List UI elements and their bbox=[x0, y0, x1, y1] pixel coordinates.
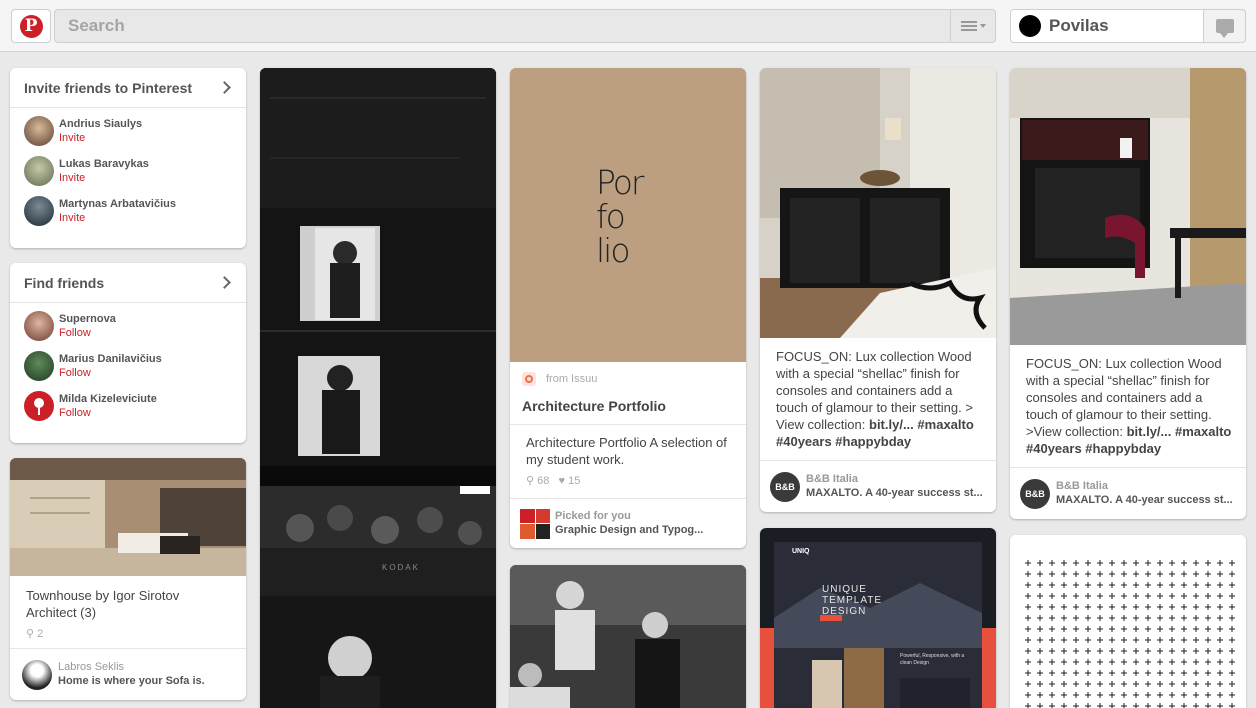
pinner-name: Labros Seklis bbox=[58, 661, 125, 673]
pin-architecture-portfolio[interactable]: Por fo lio from Issuu Architecture Portf… bbox=[510, 68, 746, 548]
friend-name: Andrius Siaulys bbox=[59, 118, 143, 130]
list-item: Milda Kizeleviciute Follow bbox=[10, 386, 246, 426]
pin-source[interactable]: from Issuu bbox=[522, 372, 597, 386]
list-item: Martynas Arbatavičius Invite bbox=[10, 191, 246, 231]
chevron-right-icon bbox=[218, 81, 231, 94]
pinterest-logo-icon: P bbox=[19, 14, 43, 38]
pin-icon bbox=[34, 398, 44, 415]
portfolio-cover-title: Por fo lio bbox=[596, 163, 644, 270]
pin-cross-pattern[interactable] bbox=[1010, 535, 1246, 708]
pin-attribution[interactable]: B&B B&B Italia MAXALTO. A 40-year success… bbox=[760, 460, 996, 512]
message-icon bbox=[1215, 19, 1234, 38]
follow-link[interactable]: Follow bbox=[59, 366, 162, 380]
pin-image[interactable] bbox=[1010, 535, 1246, 708]
avatar: B&B bbox=[1020, 478, 1050, 509]
find-friends-card: Find friends Supernova Follow Marius Dani… bbox=[10, 263, 246, 443]
friend-name: Supernova bbox=[59, 313, 116, 325]
avatar bbox=[24, 391, 54, 421]
pin-description: Architecture Portfolio A selection of my… bbox=[526, 435, 727, 467]
pin-image[interactable] bbox=[760, 68, 996, 338]
board-name: Home is where your Sofa is. bbox=[58, 675, 205, 687]
list-item: Supernova Follow bbox=[10, 306, 246, 346]
invite-link[interactable]: Invite bbox=[59, 171, 149, 185]
issuu-icon bbox=[522, 372, 536, 386]
repin-value: 2 bbox=[37, 628, 44, 640]
list-item: Marius Danilavičius Follow bbox=[10, 346, 246, 386]
follow-link[interactable]: Follow bbox=[59, 406, 157, 420]
avatar bbox=[24, 116, 54, 146]
invite-link[interactable]: Invite bbox=[59, 211, 176, 225]
find-friends-header[interactable]: Find friends bbox=[10, 263, 246, 303]
category-menu-button[interactable] bbox=[950, 10, 995, 42]
pin-image[interactable] bbox=[1010, 68, 1246, 345]
pin-description-block: FOCUS_ON: Lux collection Wood with a spe… bbox=[776, 348, 986, 450]
avatar bbox=[24, 311, 54, 341]
invite-friends-header[interactable]: Invite friends to Pinterest bbox=[10, 68, 246, 108]
divider bbox=[510, 424, 746, 425]
top-bar: P Povilas bbox=[0, 0, 1256, 52]
like-value: 15 bbox=[568, 475, 581, 487]
pin-aikido-photo[interactable] bbox=[510, 565, 746, 708]
search-box bbox=[54, 9, 996, 43]
pin-title: Architecture Portfolio bbox=[522, 398, 666, 414]
pin-attribution[interactable]: Labros Seklis Home is where your Sofa is. bbox=[10, 648, 246, 700]
list-item: Andrius Siaulys Invite bbox=[10, 111, 246, 151]
pinner-name: B&B Italia bbox=[806, 473, 858, 485]
film-label: KODAK bbox=[382, 563, 421, 572]
source-label: from Issuu bbox=[546, 373, 598, 385]
pin-image[interactable] bbox=[10, 458, 246, 576]
menu-icon bbox=[960, 20, 977, 32]
profile-button[interactable]: Povilas bbox=[1010, 9, 1204, 43]
avatar bbox=[24, 196, 54, 226]
card-title: Invite friends to Pinterest bbox=[24, 79, 193, 96]
board-name: Graphic Design and Typog... bbox=[555, 524, 704, 536]
pinner-name: B&B Italia bbox=[1056, 480, 1108, 492]
follow-link[interactable]: Follow bbox=[59, 326, 116, 340]
template-heading: UNIQUE TEMPLATE DESIGN bbox=[822, 584, 883, 617]
card-title: Find friends bbox=[24, 274, 105, 291]
template-brand: UNIQ bbox=[792, 548, 810, 555]
user-name: Povilas bbox=[1049, 16, 1109, 35]
pin-description: Townhouse by Igor Sirotov Architect (3) bbox=[26, 588, 180, 620]
list-item: Lukas Baravykas Invite bbox=[10, 151, 246, 191]
pin-image[interactable] bbox=[510, 565, 746, 708]
pin-attribution[interactable]: B&B B&B Italia MAXALTO. A 40-year success… bbox=[1010, 467, 1246, 519]
pin-attribution[interactable]: Picked for you Graphic Design and Typog..… bbox=[510, 498, 746, 548]
avatar bbox=[22, 659, 52, 690]
pin-image[interactable] bbox=[260, 68, 496, 708]
pin-description-block: FOCUS_ON: Lux collection Wood with a spe… bbox=[1026, 355, 1236, 457]
chevron-right-icon bbox=[218, 276, 231, 289]
search-input[interactable] bbox=[55, 10, 945, 42]
avatar bbox=[24, 156, 54, 186]
friend-name: Martynas Arbatavičius bbox=[59, 198, 176, 210]
friend-name: Lukas Baravykas bbox=[59, 158, 149, 170]
pin-bb-italia-2[interactable]: FOCUS_ON: Lux collection Wood with a spe… bbox=[1010, 68, 1246, 519]
picked-label: Picked for you bbox=[555, 510, 631, 522]
pin-bb-italia-1[interactable]: FOCUS_ON: Lux collection Wood with a spe… bbox=[760, 68, 996, 512]
pin-townhouse[interactable]: Townhouse by Igor Sirotov Architect (3) … bbox=[10, 458, 246, 700]
pin-stats: ⚲ 68 ♥ 15 bbox=[526, 475, 581, 487]
avatar: B&B bbox=[770, 471, 800, 502]
friend-name: Milda Kizeleviciute bbox=[59, 393, 157, 405]
invite-friends-card: Invite friends to Pinterest Andrius Siau… bbox=[10, 68, 246, 248]
friend-name: Marius Danilavičius bbox=[59, 353, 162, 365]
board-thumbnail bbox=[520, 508, 550, 539]
invite-link[interactable]: Invite bbox=[59, 131, 142, 145]
template-subtext: Powerful, Responsive, with a clean Desig… bbox=[900, 653, 965, 666]
repin-value: 68 bbox=[537, 475, 550, 487]
board-name: MAXALTO. A 40-year success st... bbox=[806, 487, 983, 499]
pin-film-strip[interactable]: KODAK bbox=[260, 68, 496, 708]
chevron-down-icon bbox=[979, 24, 986, 28]
pin-link[interactable]: bit.ly/... bbox=[869, 417, 914, 432]
messages-button[interactable] bbox=[1203, 9, 1246, 43]
pin-template-design[interactable]: UNIQ UNIQUE TEMPLATE DESIGN Powerful, Re… bbox=[760, 528, 996, 708]
pin-link[interactable]: bit.ly/... bbox=[1127, 424, 1172, 439]
avatar bbox=[24, 351, 54, 381]
repin-count: ⚲ 2 bbox=[26, 628, 44, 640]
board-name: MAXALTO. A 40-year success st... bbox=[1056, 494, 1233, 506]
avatar bbox=[1019, 15, 1041, 37]
pin-image[interactable] bbox=[760, 528, 996, 708]
pinterest-logo-button[interactable]: P bbox=[11, 9, 51, 43]
